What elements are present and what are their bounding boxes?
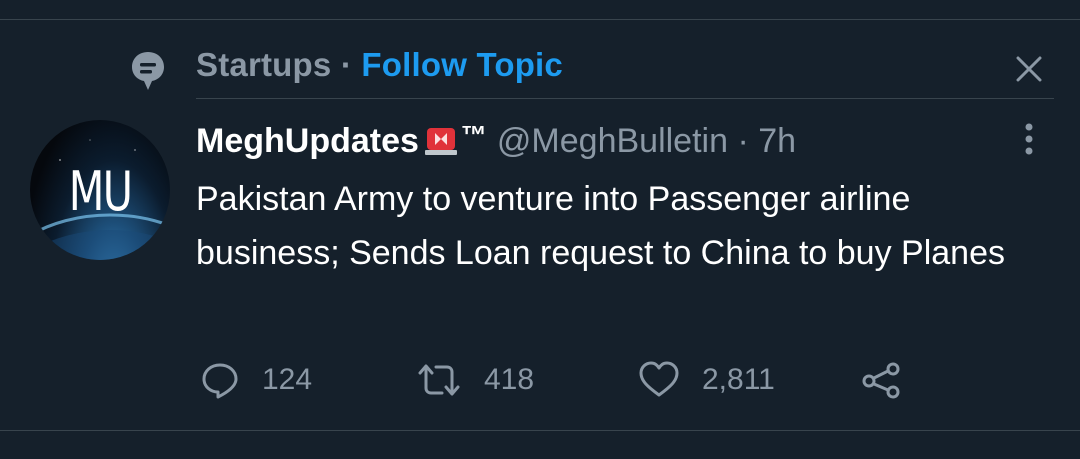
topic-divider [196, 98, 1054, 99]
topic-name[interactable]: Startups [196, 46, 331, 83]
like-count: 2,811 [702, 363, 775, 396]
topic-separator: · [331, 46, 362, 83]
share-button[interactable] [860, 355, 902, 405]
topic-label: Startups · Follow Topic [196, 46, 563, 84]
topic-row: Startups · Follow Topic [0, 40, 1080, 92]
trademark: ™ [460, 120, 487, 150]
heart-icon [638, 360, 680, 400]
follow-topic-button[interactable]: Follow Topic [361, 46, 563, 83]
reply-button[interactable]: 124 [200, 355, 312, 405]
display-name[interactable]: MeghUpdates [196, 122, 419, 160]
tweet-time[interactable]: 7h [758, 122, 796, 160]
tweet-header: MeghUpdates ™ @MeghBulletin · 7h [196, 120, 796, 170]
like-button[interactable]: 2,811 [638, 355, 775, 405]
siren-icon [423, 124, 459, 165]
bottom-divider [0, 430, 1080, 431]
tweet-text: Pakistan Army to venture into Passenger … [196, 180, 1005, 272]
retweet-count: 418 [484, 363, 535, 396]
topic-bubble-icon [130, 50, 166, 98]
avatar-initials: MU [68, 160, 133, 223]
close-icon[interactable] [1010, 50, 1048, 88]
avatar[interactable]: MU [30, 120, 170, 260]
top-divider [0, 19, 1080, 20]
header-separator: · [728, 122, 759, 160]
tweet-actions: 124 418 2,811 [0, 355, 1080, 405]
retweet-icon [416, 360, 462, 400]
reply-icon [200, 360, 240, 400]
retweet-button[interactable]: 418 [416, 355, 534, 405]
share-icon [860, 360, 902, 400]
reply-count: 124 [262, 363, 313, 396]
user-handle[interactable]: @MeghBulletin [497, 122, 728, 160]
more-vertical-icon[interactable] [1014, 120, 1044, 160]
